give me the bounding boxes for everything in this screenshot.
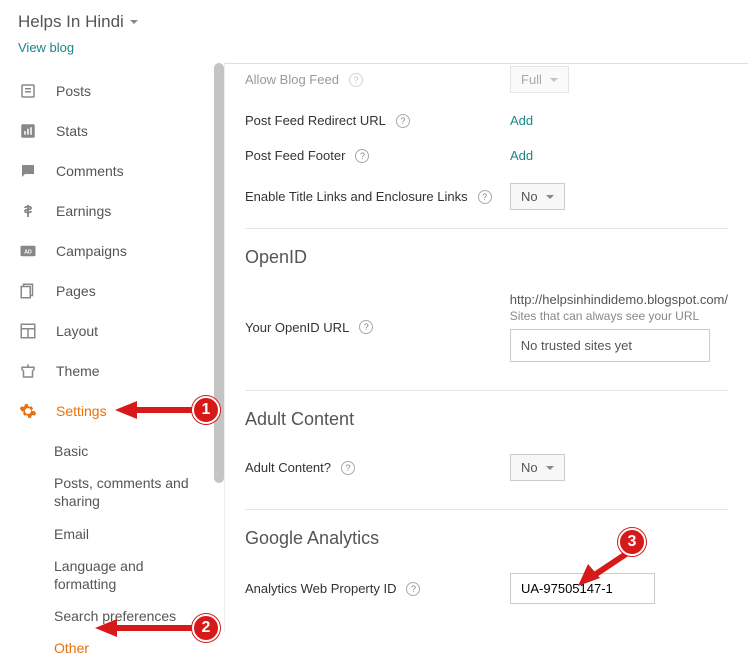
sidebar-item-label: Comments (56, 163, 124, 179)
select-value: Full (521, 72, 542, 87)
enable-title-links-select[interactable]: No (510, 183, 565, 210)
post-feed-redirect-label: Post Feed Redirect URL (245, 113, 386, 128)
sidebar-item-campaigns[interactable]: AD Campaigns (0, 231, 224, 271)
adult-section-title: Adult Content (245, 409, 728, 430)
openid-url-value: http://helpsinhindidemo.blogspot.com/ (510, 292, 728, 307)
post-feed-footer-label: Post Feed Footer (245, 148, 345, 163)
sidebar-item-theme[interactable]: Theme (0, 351, 224, 391)
campaigns-icon: AD (18, 241, 38, 261)
sidebar-item-label: Settings (56, 403, 107, 419)
openid-section-title: OpenID (245, 247, 728, 268)
allow-blog-feed-select[interactable]: Full (510, 66, 569, 93)
select-value: No (521, 189, 538, 204)
sub-item-posts-comments[interactable]: Posts, comments and sharing (54, 467, 224, 517)
sidebar-item-pages[interactable]: Pages (0, 271, 224, 311)
openid-url-label: Your OpenID URL (245, 320, 349, 335)
arrow-icon (115, 397, 195, 423)
content-area: Allow Blog Feed ? Full Post Feed Redirec… (225, 63, 748, 633)
layout-icon (18, 321, 38, 341)
comments-icon (18, 161, 38, 181)
chevron-down-icon (550, 78, 558, 82)
theme-icon (18, 361, 38, 381)
sidebar-item-comments[interactable]: Comments (0, 151, 224, 191)
chevron-down-icon (546, 195, 554, 199)
arrow-icon (95, 615, 195, 641)
enable-title-links-label: Enable Title Links and Enclosure Links (245, 189, 468, 204)
select-value: No (521, 460, 538, 475)
annotation-2: 2 (192, 614, 220, 642)
view-blog-link[interactable]: View blog (18, 40, 74, 55)
chevron-down-icon (546, 466, 554, 470)
help-icon[interactable]: ? (341, 461, 355, 475)
annotation-number: 3 (618, 528, 646, 556)
sub-item-email[interactable]: Email (54, 518, 224, 550)
pages-icon (18, 281, 38, 301)
trusted-sites-box: No trusted sites yet (510, 329, 710, 362)
post-feed-redirect-add[interactable]: Add (510, 113, 533, 128)
stats-icon (18, 121, 38, 141)
posts-icon (18, 81, 38, 101)
gear-icon (18, 401, 38, 421)
annotation-1: 1 (192, 396, 220, 424)
blog-title-text: Helps In Hindi (18, 12, 124, 32)
openid-note: Sites that can always see your URL (510, 309, 728, 323)
help-icon[interactable]: ? (396, 114, 410, 128)
annotation-number: 2 (192, 614, 220, 642)
adult-content-label: Adult Content? (245, 460, 331, 475)
help-icon[interactable]: ? (406, 582, 420, 596)
sidebar-item-label: Campaigns (56, 243, 127, 259)
help-icon[interactable]: ? (355, 149, 369, 163)
sidebar-item-label: Layout (56, 323, 98, 339)
annotation-3: 3 (618, 528, 646, 556)
analytics-section-title: Google Analytics (245, 528, 728, 549)
post-feed-footer-add[interactable]: Add (510, 148, 533, 163)
sidebar: Posts Stats Comments Earnings AD Campaig… (0, 63, 225, 633)
sidebar-item-label: Pages (56, 283, 96, 299)
help-icon[interactable]: ? (359, 320, 373, 334)
allow-blog-feed-label: Allow Blog Feed (245, 72, 339, 87)
sidebar-item-earnings[interactable]: Earnings (0, 191, 224, 231)
help-icon[interactable]: ? (478, 190, 492, 204)
sidebar-item-posts[interactable]: Posts (0, 71, 224, 111)
sidebar-item-stats[interactable]: Stats (0, 111, 224, 151)
svg-text:AD: AD (24, 249, 32, 255)
help-icon[interactable]: ? (349, 73, 363, 87)
chevron-down-icon (130, 20, 138, 24)
analytics-id-label: Analytics Web Property ID (245, 581, 396, 596)
adult-content-select[interactable]: No (510, 454, 565, 481)
earnings-icon (18, 201, 38, 221)
sidebar-item-label: Stats (56, 123, 88, 139)
sidebar-item-label: Posts (56, 83, 91, 99)
annotation-number: 1 (192, 396, 220, 424)
sidebar-item-label: Theme (56, 363, 100, 379)
sidebar-item-layout[interactable]: Layout (0, 311, 224, 351)
blog-title-dropdown[interactable]: Helps In Hindi (18, 12, 730, 32)
sidebar-item-label: Earnings (56, 203, 111, 219)
sub-item-language[interactable]: Language and formatting (54, 550, 224, 600)
sub-item-basic[interactable]: Basic (54, 435, 224, 467)
